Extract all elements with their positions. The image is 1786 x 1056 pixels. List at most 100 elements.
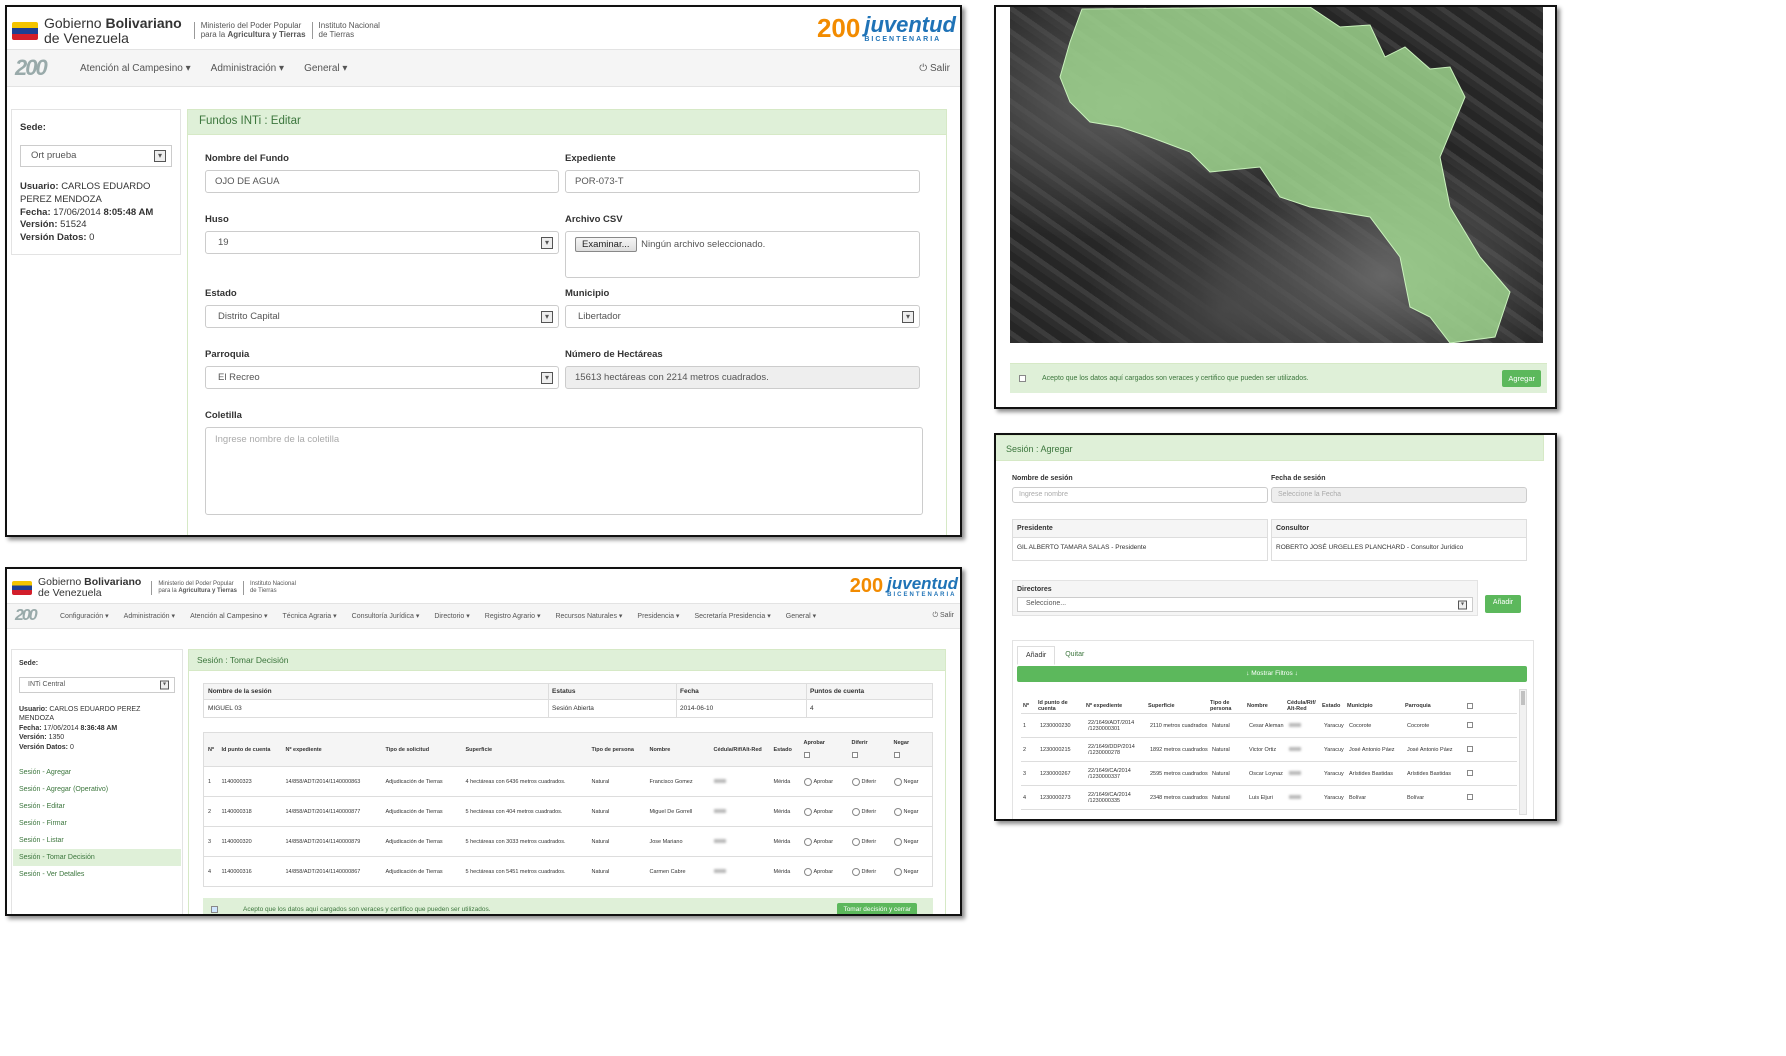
nav-atencion[interactable]: Atención al Campesino ▾ [190, 612, 267, 620]
logout-link[interactable]: ⏻ Salir [932, 612, 954, 620]
nav-secretaria[interactable]: Secretaría Presidencia ▾ [694, 612, 770, 620]
nav-registro[interactable]: Registro Agrario ▾ [485, 612, 541, 620]
radio-icon [893, 807, 902, 816]
chevron-down-icon: ▾ [160, 680, 169, 690]
flag-icon [12, 21, 38, 40]
decision-radio-negar[interactable]: Negar [893, 867, 918, 876]
chevron-down-icon: ▾ [902, 310, 914, 323]
nav-atencion[interactable]: Atención al Campesino ▾ [80, 63, 191, 74]
fecha-sesion-input[interactable]: Seleccione la Fecha [1271, 487, 1527, 503]
sidebar-item-listar[interactable]: Sesión - Listar [13, 832, 181, 849]
estado-select[interactable]: Distrito Capital ▾ [205, 305, 559, 328]
redacted-id [713, 868, 726, 873]
tomar-decision-button[interactable]: Tomar decisión y cerrar [837, 902, 917, 914]
municipio-select[interactable]: Libertador ▾ [565, 305, 920, 328]
nombre-sesion-input[interactable]: Ingrese nombre [1012, 487, 1268, 503]
main-nav: 200 Configuración ▾ Administración ▾ Ate… [7, 603, 960, 629]
scrollbar[interactable] [1519, 689, 1527, 815]
nav-presidencia[interactable]: Presidencia ▾ [637, 612, 679, 620]
decision-radio-negar[interactable]: Negar [893, 837, 918, 846]
decision-radio-aprobar[interactable]: Aprobar [803, 867, 833, 876]
decision-panel: Sesión : Tomar Decisión Nombre de la ses… [188, 649, 946, 914]
decision-radio-diferir[interactable]: Diferir [851, 837, 876, 846]
nav-tecnica[interactable]: Técnica Agraria ▾ [283, 612, 337, 620]
power-icon: ⏻ [919, 62, 928, 74]
sidebar-item-agregar[interactable]: Sesión - Agregar [13, 764, 181, 781]
radio-icon [851, 777, 860, 786]
decision-radio-aprobar[interactable]: Aprobar [803, 777, 833, 786]
directores-select[interactable]: Seleccione... ▾ [1017, 597, 1473, 612]
decision-heading: Sesión : Tomar Decisión [189, 650, 945, 671]
nav-consultoria[interactable]: Consultoría Jurídica ▾ [352, 612, 420, 620]
sidebar: Sede: Ort prueba ▾ Usuario: CARLOS EDUARD… [11, 109, 181, 255]
approve-all-checkbox[interactable] [803, 752, 810, 759]
decision-radio-diferir[interactable]: Diferir [851, 807, 876, 816]
select-all-checkbox[interactable] [1467, 702, 1473, 709]
expediente-input[interactable]: POR-073-T [565, 170, 920, 193]
accept-bar: Acepto que los datos aquí cargados son v… [203, 898, 933, 914]
tabs: Añadir Quitar [1017, 646, 1092, 665]
radio-icon [803, 867, 812, 876]
tab-quitar[interactable]: Quitar [1057, 646, 1092, 665]
radio-icon [893, 867, 902, 876]
tab-anadir[interactable]: Añadir [1017, 646, 1056, 665]
redacted-id [713, 838, 726, 843]
mostrar-filtros-button[interactable]: ↓ Mostrar Filtros ↓ [1017, 666, 1527, 682]
points-table: Nº Id punto de cuenta Nº expediente Tipo… [203, 732, 933, 887]
decision-radio-aprobar[interactable]: Aprobar [803, 837, 833, 846]
chevron-down-icon: ▾ [541, 236, 553, 249]
nav-configuracion[interactable]: Configuración ▾ [60, 612, 109, 620]
row-checkbox[interactable] [1467, 746, 1473, 753]
nombre-fundo-input[interactable]: OJO DE AGUA [205, 170, 559, 193]
header-bar: Gobierno Bolivariano de Venezuela Minist… [7, 7, 960, 49]
app-logo: 200 [15, 607, 38, 624]
parroquia-select[interactable]: El Recreo ▾ [205, 366, 559, 389]
nav-directorio[interactable]: Directorio ▾ [434, 612, 469, 620]
sidebar-item-ver-detalles[interactable]: Sesión - Ver Detalles [13, 866, 181, 883]
huso-select[interactable]: 19 ▾ [205, 231, 559, 254]
app-logo: 200 [15, 55, 48, 80]
table-row: 1 1230000230 22/1649/ADT/2014 /1230000301 2… [1021, 713, 1517, 738]
row-checkbox[interactable] [1467, 770, 1473, 777]
nav-general[interactable]: General ▾ [304, 63, 347, 74]
deny-all-checkbox[interactable] [893, 752, 900, 759]
logout-link[interactable]: ⏻ Salir [919, 63, 950, 74]
sidebar-item-editar[interactable]: Sesión - Editar [13, 798, 181, 815]
table-row: 3 1230000267 22/1649/CA/2014 /1230000337 25… [1021, 761, 1517, 786]
decision-radio-negar[interactable]: Negar [893, 777, 918, 786]
table-row: 4 1140000316 14/858/ADT/2014/1140000867 Adj… [203, 856, 933, 887]
fundo-polygon [1059, 7, 1511, 343]
nav-administracion[interactable]: Administración ▾ [124, 612, 175, 620]
redacted-id [1289, 746, 1301, 751]
agregar-button[interactable]: Agregar [1502, 370, 1541, 387]
table-row: 4 1230000273 22/1649/CA/2014 /1230000335 23… [1021, 785, 1517, 810]
sede-select[interactable]: INTi Central ▾ [19, 677, 175, 693]
accept-checkbox[interactable] [1019, 375, 1026, 382]
table-row: 2 1140000318 14/858/ADT/2014/1140000877 Adj… [203, 796, 933, 827]
sidebar-links: Sesión - Agregar Sesión - Agregar (Opera… [13, 764, 181, 883]
sede-select[interactable]: Ort prueba ▾ [20, 145, 172, 167]
decision-radio-aprobar[interactable]: Aprobar [803, 807, 833, 816]
defer-all-checkbox[interactable] [851, 752, 858, 759]
row-checkbox[interactable] [1467, 722, 1473, 729]
browse-button[interactable]: Examinar... [575, 237, 637, 252]
sidebar-item-agregar-operativo[interactable]: Sesión - Agregar (Operativo) [13, 781, 181, 798]
nav-recursos[interactable]: Recursos Naturales ▾ [555, 612, 622, 620]
row-checkbox[interactable] [1467, 794, 1473, 801]
coletilla-textarea[interactable]: Ingrese nombre de la coletilla [205, 427, 923, 515]
redacted-id [713, 808, 726, 813]
accept-checkbox[interactable] [211, 905, 218, 913]
decision-radio-negar[interactable]: Negar [893, 807, 918, 816]
juventud-logo: 200 juventud BICENTENARIA [816, 12, 956, 43]
main-nav: 200 Atención al Campesino ▾ Administraci… [7, 49, 960, 87]
add-director-button[interactable]: Añadir [1485, 595, 1521, 613]
sidebar-item-firmar[interactable]: Sesión - Firmar [13, 815, 181, 832]
chevron-down-icon: ▾ [541, 371, 553, 384]
panel-fundos-editar: Gobierno Bolivariano de Venezuela Minist… [5, 5, 962, 537]
nav-general[interactable]: General ▾ [786, 612, 816, 620]
decision-radio-diferir[interactable]: Diferir [851, 867, 876, 876]
decision-radio-diferir[interactable]: Diferir [851, 777, 876, 786]
nav-administracion[interactable]: Administración ▾ [211, 63, 284, 74]
sidebar-item-tomar-decision[interactable]: Sesión - Tomar Decisión [13, 849, 181, 867]
juventud-logo: 200 juventud BICENTENARIA [849, 574, 958, 598]
